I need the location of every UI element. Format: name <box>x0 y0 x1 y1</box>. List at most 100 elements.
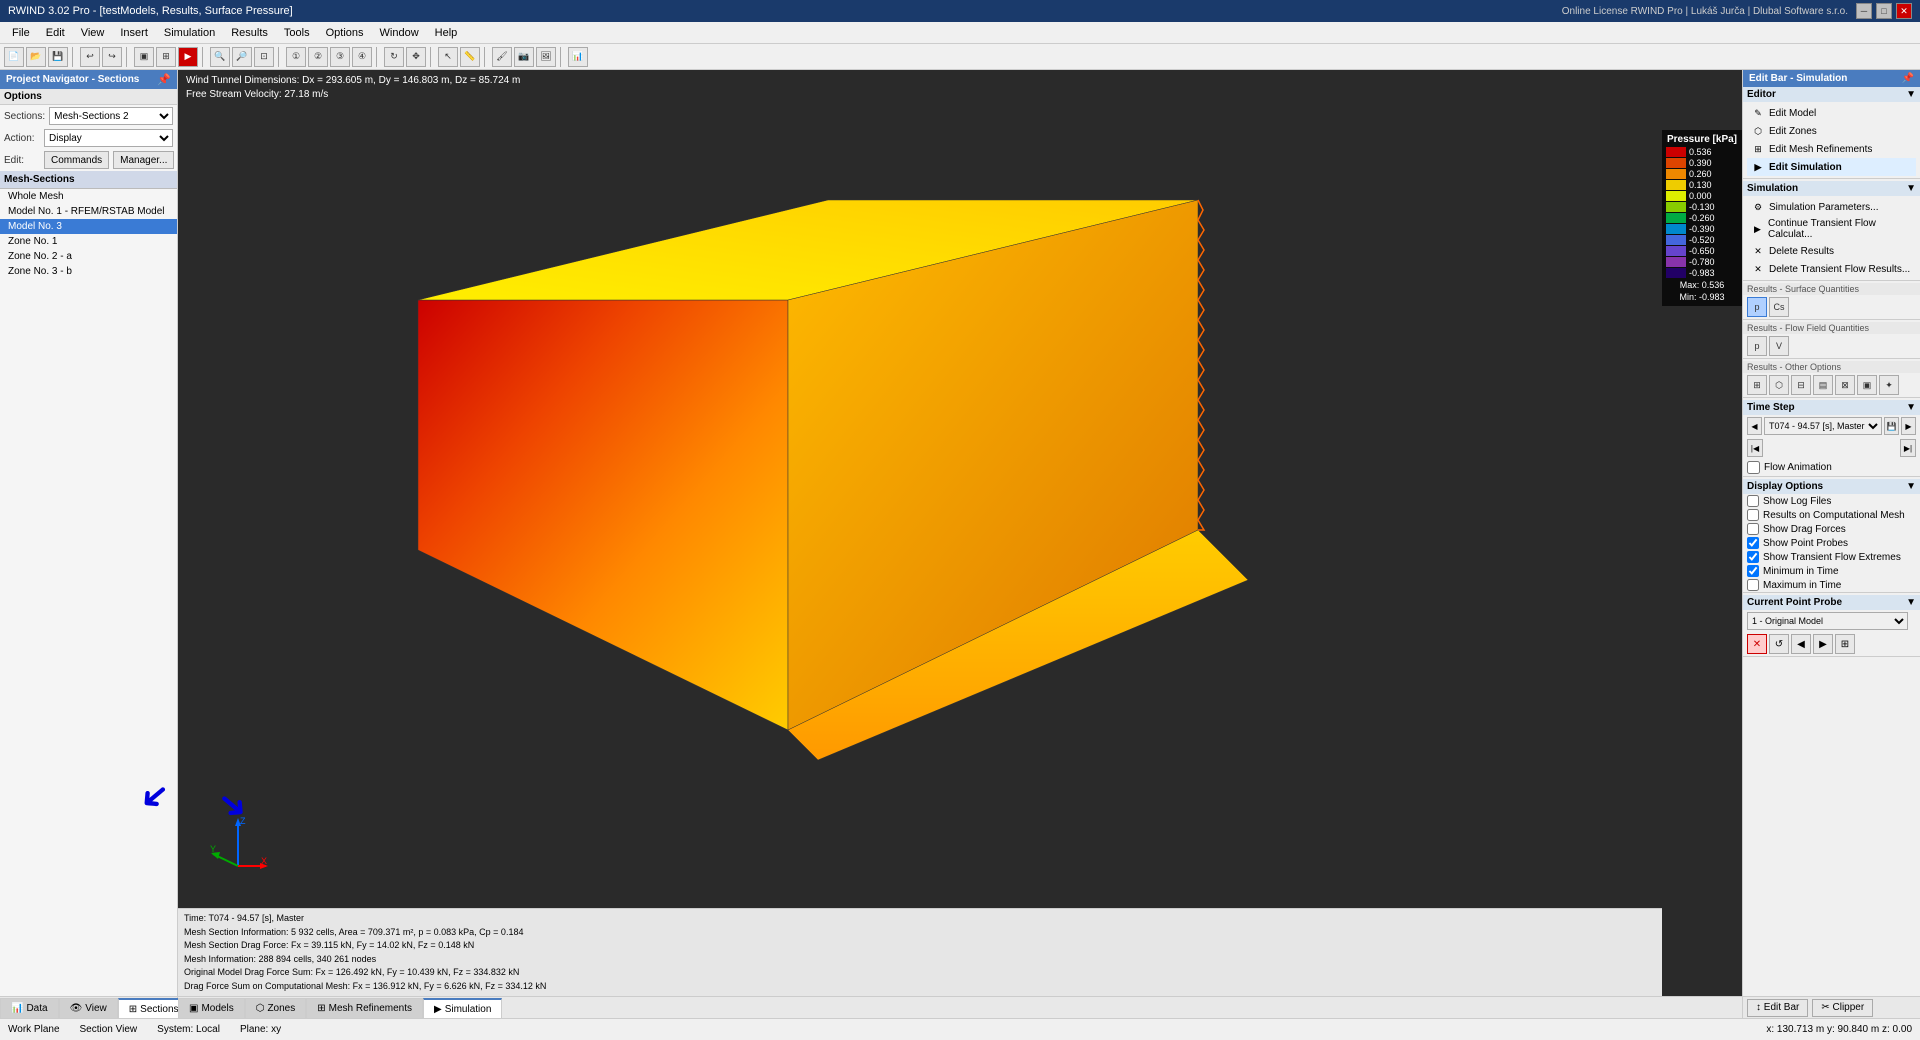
mesh-item-whole[interactable]: Whole Mesh <box>0 189 177 204</box>
toolbar-fit[interactable]: ⊡ <box>254 47 274 67</box>
menu-edit[interactable]: Edit <box>38 25 73 41</box>
close-btn[interactable]: ✕ <box>1896 3 1912 19</box>
menu-simulation[interactable]: Simulation <box>156 25 223 41</box>
menu-insert[interactable]: Insert <box>112 25 156 41</box>
toolbar-zoom-in[interactable]: 🔍 <box>210 47 230 67</box>
continue-transient-item[interactable]: ▶ Continue Transient Flow Calculat... <box>1747 216 1916 242</box>
toolbar-extra2[interactable]: 📷 <box>514 47 534 67</box>
delete-results-item[interactable]: ✕ Delete Results <box>1747 242 1916 260</box>
probe-model-select[interactable]: 1 - Original Model <box>1747 612 1908 630</box>
tab-data[interactable]: 📊 Data <box>0 998 59 1018</box>
current-point-probe-header[interactable]: Current Point Probe ▼ <box>1743 595 1920 610</box>
panel-pin-icon[interactable]: 📌 <box>157 73 171 86</box>
time-step-prev-btn[interactable]: ◀ <box>1747 417 1762 435</box>
menu-tools[interactable]: Tools <box>276 25 318 41</box>
toolbar-open[interactable]: 📂 <box>26 47 46 67</box>
other-btn-1[interactable]: ⊞ <box>1747 375 1767 395</box>
menu-file[interactable]: File <box>4 25 38 41</box>
commands-button[interactable]: Commands <box>44 151 109 169</box>
toolbar-mesh[interactable]: ⊞ <box>156 47 176 67</box>
menu-options[interactable]: Options <box>318 25 372 41</box>
clipper-btn[interactable]: ✂ Clipper <box>1812 999 1873 1017</box>
toolbar-extra1[interactable]: 🖌 <box>492 47 512 67</box>
tab-simulation[interactable]: ▶ Simulation <box>423 998 502 1018</box>
toolbar-view2[interactable]: ② <box>308 47 328 67</box>
toolbar-extra3[interactable]: 🖼 <box>536 47 556 67</box>
probe-reset-btn[interactable]: ↺ <box>1769 634 1789 654</box>
mesh-item-model3[interactable]: Model No. 3 <box>0 219 177 234</box>
toolbar-measure[interactable]: 📏 <box>460 47 480 67</box>
toolbar-select[interactable]: ↖ <box>438 47 458 67</box>
toolbar-new[interactable]: 📄 <box>4 47 24 67</box>
probe-add-btn[interactable]: ⊞ <box>1835 634 1855 654</box>
time-last-btn[interactable]: ▶| <box>1900 439 1916 457</box>
tab-models[interactable]: ▣ Models <box>178 998 245 1018</box>
model-3d-view[interactable] <box>298 100 1348 780</box>
edit-simulation-item[interactable]: ▶ Edit Simulation <box>1747 158 1916 176</box>
flow-anim-checkbox[interactable] <box>1747 461 1760 474</box>
toolbar-redo[interactable]: ↪ <box>102 47 122 67</box>
tab-mesh-refinements[interactable]: ⊞ Mesh Refinements <box>306 998 423 1018</box>
other-btn-5[interactable]: ⊠ <box>1835 375 1855 395</box>
min-in-time-checkbox[interactable] <box>1747 565 1759 577</box>
action-select[interactable]: Display <box>44 129 173 147</box>
delete-transient-item[interactable]: ✕ Delete Transient Flow Results... <box>1747 260 1916 278</box>
toolbar-view3[interactable]: ③ <box>330 47 350 67</box>
tab-zones[interactable]: ⬡ Zones <box>245 998 307 1018</box>
toolbar-view1[interactable]: ① <box>286 47 306 67</box>
show-drag-checkbox[interactable] <box>1747 523 1759 535</box>
toolbar-save[interactable]: 💾 <box>48 47 68 67</box>
toolbar-undo[interactable]: ↩ <box>80 47 100 67</box>
results-comp-mesh-checkbox[interactable] <box>1747 509 1759 521</box>
time-step-save-btn[interactable]: 💾 <box>1884 417 1899 435</box>
manager-button[interactable]: Manager... <box>113 151 174 169</box>
edit-model-item[interactable]: ✎ Edit Model <box>1747 104 1916 122</box>
edit-mesh-item[interactable]: ⊞ Edit Mesh Refinements <box>1747 140 1916 158</box>
sim-params-item[interactable]: ⚙ Simulation Parameters... <box>1747 198 1916 216</box>
menu-window[interactable]: Window <box>372 25 427 41</box>
toolbar-rotate[interactable]: ↻ <box>384 47 404 67</box>
probe-delete-btn[interactable]: ✕ <box>1747 634 1767 654</box>
menu-results[interactable]: Results <box>223 25 276 41</box>
other-btn-6[interactable]: ▣ <box>1857 375 1877 395</box>
edit-bar-header[interactable]: Edit Bar - Simulation 📌 <box>1743 70 1920 87</box>
toolbar-zoom-out[interactable]: 🔎 <box>232 47 252 67</box>
toolbar-results[interactable]: 📊 <box>568 47 588 67</box>
time-first-btn[interactable]: |◀ <box>1747 439 1763 457</box>
surface-pressure-btn[interactable]: p <box>1747 297 1767 317</box>
toolbar-view4[interactable]: ④ <box>352 47 372 67</box>
center-viewport[interactable]: Wind Tunnel Dimensions: Dx = 293.605 m, … <box>178 70 1742 996</box>
other-btn-3[interactable]: ⊟ <box>1791 375 1811 395</box>
simulation-section-header[interactable]: Simulation ▼ <box>1743 181 1920 196</box>
menu-help[interactable]: Help <box>427 25 466 41</box>
menu-view[interactable]: View <box>73 25 113 41</box>
surface-cs-btn[interactable]: Cs <box>1769 297 1789 317</box>
other-btn-4[interactable]: ▤ <box>1813 375 1833 395</box>
sections-select[interactable]: Mesh-Sections 2 <box>49 107 173 125</box>
mesh-item-zone1[interactable]: Zone No. 1 <box>0 234 177 249</box>
flow-v-btn[interactable]: V <box>1769 336 1789 356</box>
time-step-select[interactable]: T074 - 94.57 [s], Master <box>1764 417 1882 435</box>
minimize-btn[interactable]: ─ <box>1856 3 1872 19</box>
edit-bar-bottom-btn[interactable]: ↕ Edit Bar <box>1747 999 1808 1017</box>
toolbar-render[interactable]: ▣ <box>134 47 154 67</box>
max-in-time-checkbox[interactable] <box>1747 579 1759 591</box>
toolbar-pan[interactable]: ✥ <box>406 47 426 67</box>
tab-view[interactable]: 👁 View <box>59 998 118 1018</box>
show-probes-checkbox[interactable] <box>1747 537 1759 549</box>
display-options-header[interactable]: Display Options ▼ <box>1743 479 1920 494</box>
flow-p-btn[interactable]: p <box>1747 336 1767 356</box>
mesh-item-zone2a[interactable]: Zone No. 2 - a <box>0 249 177 264</box>
editor-section-header[interactable]: Editor ▼ <box>1743 87 1920 102</box>
toolbar-run[interactable]: ▶ <box>178 47 198 67</box>
show-log-checkbox[interactable] <box>1747 495 1759 507</box>
mesh-item-zone3b[interactable]: Zone No. 3 - b <box>0 264 177 279</box>
show-transient-checkbox[interactable] <box>1747 551 1759 563</box>
restore-btn[interactable]: □ <box>1876 3 1892 19</box>
edit-zones-item[interactable]: ⬡ Edit Zones <box>1747 122 1916 140</box>
mesh-item-model1[interactable]: Model No. 1 - RFEM/RSTAB Model <box>0 204 177 219</box>
time-step-header[interactable]: Time Step ▼ <box>1743 400 1920 415</box>
time-step-next-btn[interactable]: ▶ <box>1901 417 1916 435</box>
other-btn-7[interactable]: ✦ <box>1879 375 1899 395</box>
probe-prev-btn[interactable]: ◀ <box>1791 634 1811 654</box>
